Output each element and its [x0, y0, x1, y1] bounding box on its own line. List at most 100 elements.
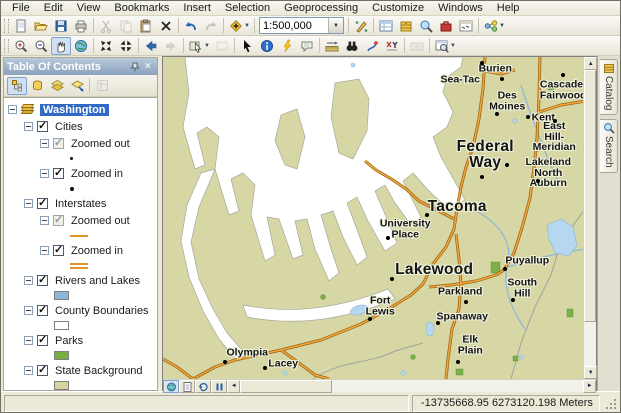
legend-symbol[interactable] — [70, 157, 73, 160]
toolbar-grip[interactable] — [4, 39, 9, 53]
collapse-expander-icon[interactable] — [24, 199, 33, 208]
measure-button[interactable] — [322, 37, 342, 55]
scroll-down-arrow[interactable]: ▼ — [584, 366, 597, 379]
identify-button[interactable] — [257, 37, 277, 55]
collapse-expander-icon[interactable] — [40, 169, 49, 178]
undo-button[interactable] — [181, 17, 201, 35]
toc-item-label[interactable]: Zoomed out — [68, 215, 133, 227]
toc-item-interstates[interactable]: Interstates — [4, 195, 157, 212]
fixed-zoom-in-button[interactable] — [96, 37, 116, 55]
scroll-left-arrow[interactable]: ◄ — [227, 380, 240, 393]
toc-item-label[interactable]: County Boundaries — [52, 305, 152, 317]
map-horizontal-scrollbar[interactable]: ◄ ► — [227, 380, 596, 392]
layer-visibility-checkbox[interactable] — [37, 121, 48, 132]
tab-catalog[interactable]: Catalog — [600, 59, 618, 115]
vertical-scroll-thumb[interactable] — [584, 70, 596, 322]
toc-item-label[interactable]: Interstates — [52, 198, 109, 210]
layer-visibility-checkbox[interactable] — [37, 335, 48, 346]
legend-symbol[interactable] — [54, 321, 69, 330]
select-elements-button[interactable] — [237, 37, 257, 55]
search-window-button[interactable] — [416, 17, 436, 35]
list-by-visibility-button[interactable] — [47, 77, 67, 95]
list-by-drawing-order-button[interactable] — [7, 77, 27, 95]
select-features-button[interactable] — [186, 37, 206, 55]
toc-item-label[interactable]: Zoomed in — [68, 245, 126, 257]
toc-item-rivers-and-lakes[interactable]: Rivers and Lakes — [4, 272, 157, 289]
toc-item-label[interactable]: Zoomed out — [68, 138, 133, 150]
toc-item-zoomed-out[interactable]: Zoomed out — [4, 135, 157, 152]
layer-visibility-checkbox[interactable] — [53, 215, 64, 226]
collapse-expander-icon[interactable] — [40, 216, 49, 225]
find-button[interactable] — [342, 37, 362, 55]
collapse-expander-icon[interactable] — [24, 276, 33, 285]
viewer-window-button[interactable] — [432, 37, 452, 55]
toc-symbol-double-line[interactable] — [4, 259, 157, 272]
map-scale-dropdown[interactable]: ▼ — [328, 18, 343, 33]
menu-item-windows[interactable]: Windows — [431, 1, 490, 16]
table-of-contents-window-button[interactable] — [376, 17, 396, 35]
resize-grip[interactable] — [603, 396, 617, 410]
toc-item-label[interactable]: Rivers and Lakes — [52, 275, 143, 287]
legend-symbol[interactable] — [54, 291, 69, 300]
collapse-expander-icon[interactable] — [8, 105, 17, 114]
refresh-button[interactable] — [195, 380, 211, 393]
layer-visibility-checkbox[interactable] — [37, 275, 48, 286]
layer-visibility-checkbox[interactable] — [37, 198, 48, 209]
list-by-source-button[interactable] — [27, 77, 47, 95]
toc-symbol-swatch[interactable] — [4, 319, 157, 332]
toc-item-label[interactable]: Zoomed in — [68, 168, 126, 180]
close-icon[interactable]: × — [141, 60, 154, 73]
toolbar-overflow[interactable]: ▼ — [499, 23, 507, 29]
legend-symbol[interactable] — [70, 235, 88, 237]
legend-symbol[interactable] — [54, 351, 69, 360]
save-button[interactable] — [51, 17, 71, 35]
scroll-up-arrow[interactable]: ▲ — [584, 57, 597, 70]
collapse-expander-icon[interactable] — [40, 139, 49, 148]
go-to-xy-button[interactable] — [382, 37, 402, 55]
map-vertical-scrollbar[interactable]: ▲ ▼ — [583, 57, 596, 379]
pin-icon[interactable] — [128, 60, 141, 73]
toc-item-zoomed-in[interactable]: Zoomed in — [4, 165, 157, 182]
menu-item-edit[interactable]: Edit — [37, 1, 70, 16]
scroll-right-arrow[interactable]: ► — [583, 380, 596, 393]
add-data-button[interactable] — [226, 17, 246, 35]
editor-sketch-button[interactable] — [351, 17, 371, 35]
menu-item-selection[interactable]: Selection — [218, 1, 277, 16]
toc-item-county-boundaries[interactable]: County Boundaries — [4, 302, 157, 319]
print-button[interactable] — [71, 17, 91, 35]
menu-item-view[interactable]: View — [70, 1, 108, 16]
toc-symbol-dot[interactable] — [4, 182, 157, 195]
collapse-expander-icon[interactable] — [24, 336, 33, 345]
modelbuilder-window-button[interactable] — [481, 17, 501, 35]
data-view-button[interactable] — [163, 380, 179, 393]
add-data-dropdown[interactable]: ▼ — [244, 23, 252, 29]
toc-item-washington[interactable]: Washington — [4, 101, 157, 118]
map-scale-input[interactable] — [260, 18, 328, 33]
toc-item-zoomed-out[interactable]: Zoomed out — [4, 212, 157, 229]
legend-symbol[interactable] — [54, 381, 69, 390]
menu-item-geoprocessing[interactable]: Geoprocessing — [277, 1, 365, 16]
arctoolbox-window-button[interactable] — [436, 17, 456, 35]
toc-item-label[interactable]: Washington — [40, 104, 109, 116]
layer-visibility-checkbox[interactable] — [37, 305, 48, 316]
collapse-expander-icon[interactable] — [24, 306, 33, 315]
menu-item-customize[interactable]: Customize — [365, 1, 431, 16]
legend-symbol[interactable] — [70, 263, 88, 269]
fixed-zoom-out-button[interactable] — [116, 37, 136, 55]
layer-visibility-checkbox[interactable] — [37, 365, 48, 376]
layout-view-button[interactable] — [179, 380, 195, 393]
list-by-selection-button[interactable] — [67, 77, 87, 95]
toc-item-zoomed-in[interactable]: Zoomed in — [4, 242, 157, 259]
layer-visibility-checkbox[interactable] — [53, 168, 64, 179]
hyperlink-button[interactable] — [277, 37, 297, 55]
toolbar-overflow[interactable]: ▼ — [450, 43, 458, 49]
layer-visibility-checkbox[interactable] — [53, 245, 64, 256]
toc-symbol-swatch[interactable] — [4, 289, 157, 302]
html-popup-button[interactable] — [297, 37, 317, 55]
toc-item-label[interactable]: State Background — [52, 365, 145, 377]
map-canvas[interactable]: BurienSea-TacCascade- FairwoodDes Moines… — [163, 57, 583, 379]
vertical-scroll-track[interactable] — [584, 322, 596, 366]
collapse-expander-icon[interactable] — [24, 122, 33, 131]
toc-symbol-line[interactable] — [4, 229, 157, 242]
zoom-out-button[interactable] — [31, 37, 51, 55]
